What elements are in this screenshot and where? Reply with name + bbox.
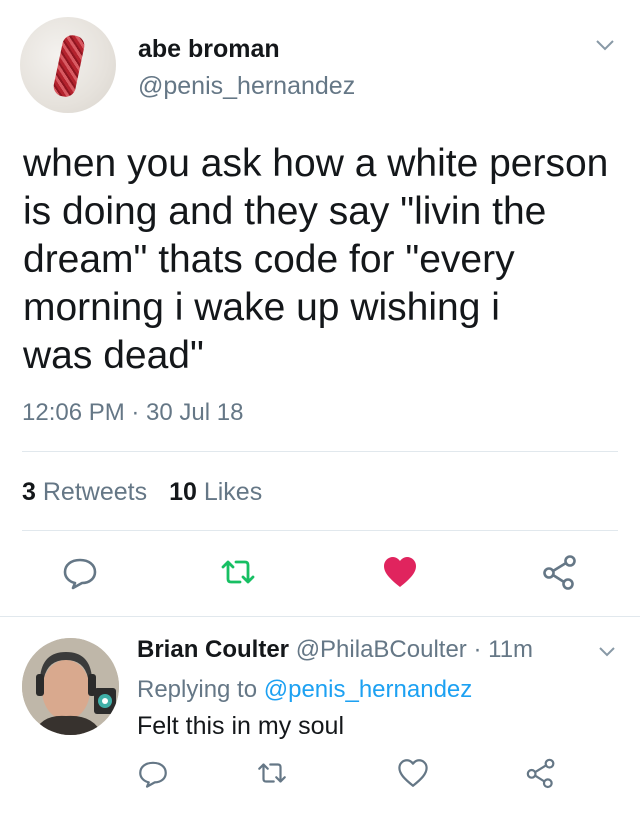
tweet-timestamp: 12:06 PM · 30 Jul 18 bbox=[22, 399, 244, 426]
reply-text: Felt this in my soul bbox=[137, 712, 345, 740]
reply-retweet-button[interactable] bbox=[255, 756, 289, 790]
reply-time: · 11m bbox=[473, 636, 534, 663]
retweet-icon bbox=[221, 560, 255, 584]
reply-author-avatar[interactable] bbox=[22, 638, 119, 735]
reply-menu-chevron-down-icon[interactable] bbox=[596, 640, 618, 662]
retweet-icon bbox=[258, 763, 286, 783]
share-icon bbox=[543, 555, 576, 590]
heart-icon bbox=[384, 557, 416, 587]
tweet-text: when you ask how a white person is doing… bbox=[23, 142, 609, 377]
replying-to-prefix: Replying to bbox=[137, 676, 258, 703]
retweets-label: Retweets bbox=[42, 478, 148, 506]
share-button[interactable] bbox=[540, 552, 580, 592]
likes-count: 10 bbox=[169, 478, 197, 506]
reply-like-button[interactable] bbox=[396, 756, 430, 790]
author-handle[interactable]: @penis_hernandez bbox=[138, 72, 355, 101]
reply-author-handle[interactable]: @PhilaBCoulter bbox=[296, 636, 467, 663]
divider bbox=[0, 616, 640, 617]
tweet-stats: 3 Retweets 10 Likes bbox=[22, 478, 262, 507]
reply-reply-button[interactable] bbox=[136, 756, 170, 790]
avatar-image bbox=[51, 33, 87, 99]
avatar-image bbox=[22, 638, 119, 735]
speech-bubble-icon bbox=[139, 761, 167, 788]
retweet-button[interactable] bbox=[218, 552, 258, 592]
author-display-name[interactable]: abe broman bbox=[138, 35, 280, 64]
likes-label: Likes bbox=[203, 478, 263, 506]
divider bbox=[22, 530, 618, 531]
reply-author-name[interactable]: Brian Coulter bbox=[137, 636, 289, 663]
retweets-count: 3 bbox=[22, 478, 36, 506]
reply-header: Brian Coulter @PhilaBCoulter · 11m bbox=[137, 636, 533, 664]
tweet-menu-chevron-down-icon[interactable] bbox=[594, 34, 616, 56]
like-button[interactable] bbox=[380, 552, 420, 592]
likes-stat[interactable]: 10 Likes bbox=[169, 478, 262, 506]
reply-share-button[interactable] bbox=[524, 756, 558, 790]
speech-bubble-icon bbox=[63, 558, 97, 590]
heart-icon bbox=[398, 759, 428, 787]
replying-to: Replying to @penis_hernandez bbox=[137, 676, 472, 704]
share-icon bbox=[526, 758, 555, 789]
replying-to-mention[interactable]: @penis_hernandez bbox=[264, 676, 473, 703]
divider bbox=[22, 451, 618, 452]
author-avatar[interactable] bbox=[20, 17, 116, 113]
reply-button[interactable] bbox=[60, 552, 100, 592]
retweets-stat[interactable]: 3 Retweets bbox=[22, 478, 147, 506]
